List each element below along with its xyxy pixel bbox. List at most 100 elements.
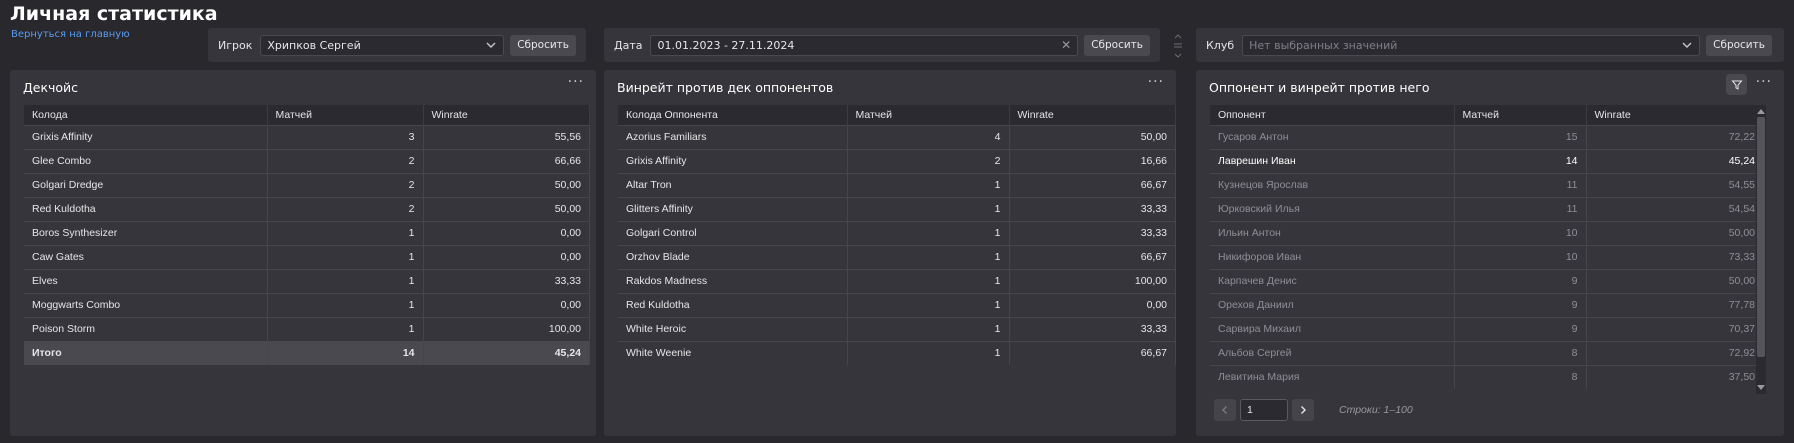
- table-row[interactable]: Moggwarts Combo 1 0,00: [24, 292, 590, 317]
- table-row[interactable]: Ильин Антон 10 50,00: [1210, 220, 1764, 245]
- player-reset-button[interactable]: Сбросить: [510, 34, 576, 56]
- table-cell: 55,56: [423, 124, 590, 149]
- table-cell: 37,50: [1586, 364, 1764, 389]
- table-cell: 50,00: [423, 172, 590, 197]
- more-dots-icon[interactable]: ···: [568, 74, 584, 90]
- player-select[interactable]: Хрипков Сергей: [260, 34, 505, 56]
- pagination: Строки: 1–100: [1214, 399, 1413, 421]
- player-filter-label: Игрок: [218, 38, 253, 52]
- table-row[interactable]: Caw Gates 1 0,00: [24, 244, 590, 269]
- table-row[interactable]: Elves 1 33,33: [24, 268, 590, 293]
- prev-page-button[interactable]: [1214, 399, 1236, 421]
- table-row[interactable]: Юрковский Илья 11 54,54: [1210, 196, 1764, 221]
- column-header[interactable]: Winrate: [423, 105, 590, 125]
- table-row[interactable]: Orzhov Blade 1 66,67: [618, 244, 1176, 269]
- table-cell: 15: [1454, 124, 1587, 149]
- table-row[interactable]: Rakdos Madness 1 100,00: [618, 268, 1176, 293]
- table-row[interactable]: Кузнецов Ярослав 11 54,55: [1210, 172, 1764, 197]
- table-row[interactable]: White Heroic 1 33,33: [618, 316, 1176, 341]
- chevron-down-icon[interactable]: [1757, 385, 1765, 391]
- table-row[interactable]: Red Kuldotha 2 50,00: [24, 196, 590, 221]
- table-row[interactable]: Орехов Даниил 9 77,78: [1210, 292, 1764, 317]
- table-row[interactable]: Red Kuldotha 1 0,00: [618, 292, 1176, 317]
- table-cell: 73,33: [1586, 244, 1764, 269]
- table-row[interactable]: Azorius Familiars 4 50,00: [618, 124, 1176, 149]
- table-row[interactable]: Сарвира Михаил 9 70,37: [1210, 316, 1764, 341]
- table-cell: 54,55: [1586, 172, 1764, 197]
- club-select-placeholder: Нет выбранных значений: [1249, 38, 1398, 52]
- table-cell: 66,67: [1009, 340, 1176, 365]
- table-cell: 11: [1454, 196, 1587, 221]
- table-row[interactable]: Никифоров Иван 10 73,33: [1210, 244, 1764, 269]
- table-cell: 1: [847, 268, 1010, 293]
- date-reset-button[interactable]: Сбросить: [1084, 34, 1150, 56]
- table-row[interactable]: Glee Combo 2 66,66: [24, 148, 590, 173]
- club-select[interactable]: Нет выбранных значений: [1242, 34, 1701, 56]
- table-row[interactable]: Altar Tron 1 66,67: [618, 172, 1176, 197]
- table-cell: 0,00: [1009, 292, 1176, 317]
- chevron-down-icon: [1682, 42, 1692, 48]
- table-row[interactable]: Grixis Affinity 2 16,66: [618, 148, 1176, 173]
- splitter-handle-icon[interactable]: [1173, 32, 1183, 60]
- table-row[interactable]: Лаврешин Иван 14 45,24: [1210, 148, 1764, 173]
- table-cell: 66,66: [423, 148, 590, 173]
- table-cell: 2: [267, 148, 424, 173]
- column-header[interactable]: Матчей: [847, 105, 1010, 125]
- table-row[interactable]: Glitters Affinity 1 33,33: [618, 196, 1176, 221]
- table-row[interactable]: White Weenie 1 66,67: [618, 340, 1176, 365]
- table-row[interactable]: Гусаров Антон 15 72,22: [1210, 124, 1764, 149]
- panel-title: Винрейт против дек оппонентов: [617, 80, 834, 95]
- table-cell: 8: [1454, 364, 1587, 389]
- more-dots-icon[interactable]: ···: [1148, 74, 1164, 90]
- table-cell: 0,00: [423, 220, 590, 245]
- table-row[interactable]: Golgari Control 1 33,33: [618, 220, 1176, 245]
- clear-icon[interactable]: ✕: [1061, 38, 1071, 52]
- table-cell: Карпачев Денис: [1210, 268, 1455, 293]
- table-cell: Caw Gates: [24, 244, 268, 269]
- table-cell: Ильин Антон: [1210, 220, 1455, 245]
- table-cell: 1: [847, 244, 1010, 269]
- chevron-up-icon[interactable]: [1757, 108, 1765, 114]
- column-header[interactable]: Колода Оппонента: [618, 105, 848, 125]
- next-page-button[interactable]: [1292, 399, 1314, 421]
- table-row[interactable]: Boros Synthesizer 1 0,00: [24, 220, 590, 245]
- column-header[interactable]: Оппонент: [1210, 105, 1455, 125]
- table-row[interactable]: Poison Storm 1 100,00: [24, 316, 590, 341]
- opponents-panel: Оппонент и винрейт против него ··· Оппон…: [1196, 70, 1784, 436]
- table-row[interactable]: Левитина Мария 8 37,50: [1210, 364, 1764, 389]
- club-reset-button[interactable]: Сбросить: [1706, 34, 1772, 56]
- table-row[interactable]: Альбов Сергей 8 72,92: [1210, 340, 1764, 365]
- table-cell: 1: [847, 220, 1010, 245]
- table-cell: 54,54: [1586, 196, 1764, 221]
- table-cell: Golgari Dredge: [24, 172, 268, 197]
- date-range-input[interactable]: 01.01.2023 - 27.11.2024 ✕: [650, 34, 1079, 56]
- table-row[interactable]: Grixis Affinity 3 55,56: [24, 124, 590, 149]
- table-scrollbar[interactable]: [1756, 105, 1766, 394]
- table-cell: 50,00: [1586, 268, 1764, 293]
- table-cell: 0,00: [423, 292, 590, 317]
- table-cell: Glee Combo: [24, 148, 268, 173]
- column-header[interactable]: Колода: [24, 105, 268, 125]
- filter-button[interactable]: [1726, 74, 1747, 95]
- scrollbar-thumb[interactable]: [1757, 117, 1765, 357]
- table-cell: 100,00: [1009, 268, 1176, 293]
- table-cell: Grixis Affinity: [618, 148, 848, 173]
- back-link[interactable]: Вернуться на главную: [11, 29, 130, 40]
- column-header[interactable]: Матчей: [1454, 105, 1587, 125]
- table-cell: Azorius Familiars: [618, 124, 848, 149]
- table-cell: 11: [1454, 172, 1587, 197]
- total-cell: 45,24: [423, 341, 590, 365]
- table-cell: Elves: [24, 268, 268, 293]
- more-dots-icon[interactable]: ···: [1756, 74, 1772, 90]
- page-number-input[interactable]: [1240, 399, 1288, 421]
- column-header[interactable]: Winrate: [1586, 105, 1764, 125]
- table-row[interactable]: Golgari Dredge 2 50,00: [24, 172, 590, 197]
- chevron-right-icon: [1301, 406, 1306, 414]
- table-cell: 10: [1454, 220, 1587, 245]
- page-title: Личная статистика: [10, 3, 218, 25]
- table-row[interactable]: Карпачев Денис 9 50,00: [1210, 268, 1764, 293]
- column-header[interactable]: Матчей: [267, 105, 424, 125]
- table-cell: 1: [847, 316, 1010, 341]
- table-cell: 33,33: [1009, 316, 1176, 341]
- column-header[interactable]: Winrate: [1009, 105, 1176, 125]
